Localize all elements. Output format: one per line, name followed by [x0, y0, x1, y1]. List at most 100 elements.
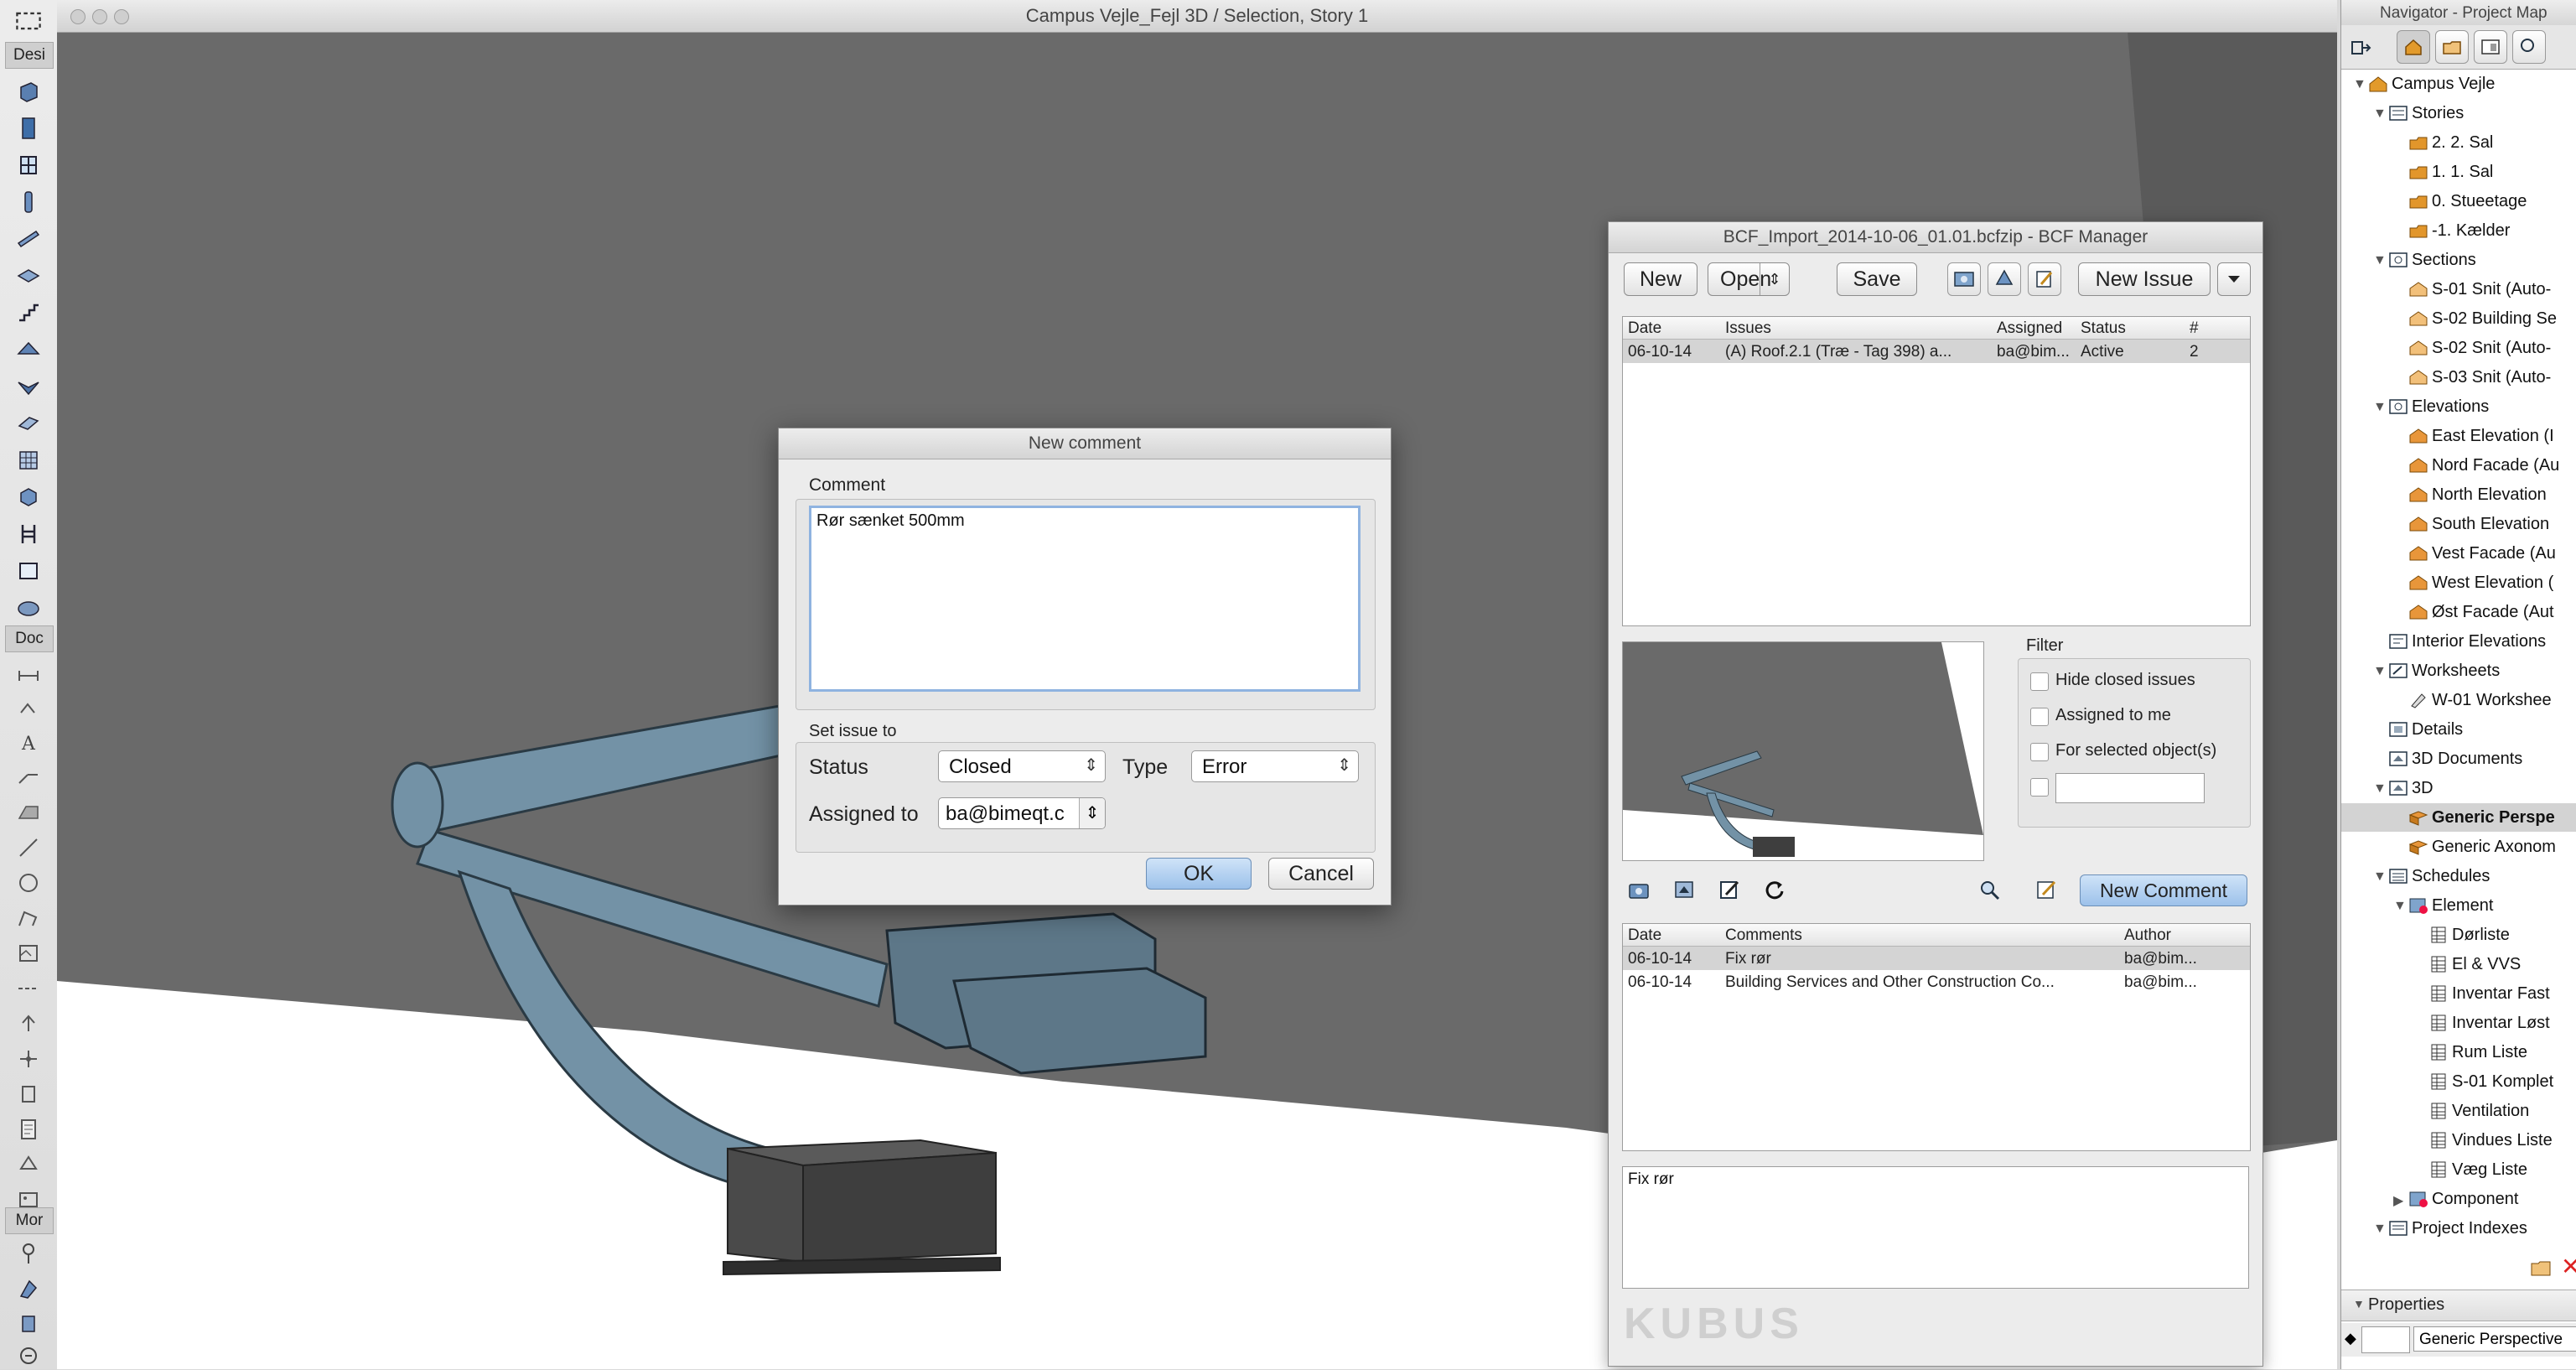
text-filter-checkbox[interactable]: [2030, 778, 2049, 797]
dimension-tool-icon[interactable]: [12, 657, 45, 686]
drawing-tool-icon[interactable]: [12, 939, 45, 968]
slab-tool-icon[interactable]: [12, 262, 45, 290]
tree-item-elevation[interactable]: North Elevation: [2408, 481, 2547, 508]
assigned-to-me-checkbox[interactable]: [2030, 708, 2049, 726]
skylight-tool-icon[interactable]: [12, 409, 45, 438]
tree-item-elevation[interactable]: West Elevation (: [2408, 569, 2553, 596]
change-marker-icon[interactable]: [12, 1150, 45, 1179]
tree-item-elevation[interactable]: East Elevation (I: [2408, 423, 2554, 449]
text-filter-input[interactable]: [2055, 773, 2205, 803]
marquee-tool-icon[interactable]: [12, 7, 45, 35]
lamp-tool-icon[interactable]: [12, 1310, 45, 1338]
col-comments[interactable]: Comments: [1725, 926, 1802, 945]
more-menu-icon[interactable]: [2217, 262, 2251, 296]
tree-item-elevation[interactable]: Vest Facade (Au: [2408, 540, 2556, 567]
zone-tool-icon[interactable]: [12, 557, 45, 585]
properties-name-field[interactable]: Generic Perspective: [2413, 1326, 2576, 1352]
type-select[interactable]: Error ⇕: [1191, 750, 1359, 782]
col-date[interactable]: Date: [1628, 319, 1661, 338]
cancel-button[interactable]: Cancel: [1268, 858, 1374, 890]
tree-item-3d[interactable]: 3D: [2388, 775, 2433, 802]
col-count[interactable]: #: [2190, 319, 2199, 338]
document-group-label[interactable]: Doc: [5, 625, 54, 652]
tree-item-elevations[interactable]: Elevations: [2388, 393, 2489, 420]
elevation-marker-icon[interactable]: [12, 1009, 45, 1038]
expand-triangle-icon[interactable]: ▼: [2373, 664, 2387, 679]
col-author[interactable]: Author: [2124, 926, 2171, 945]
column-tool-icon[interactable]: [12, 188, 45, 216]
properties-id-field[interactable]: [2361, 1326, 2410, 1353]
shell-tool-icon[interactable]: [12, 372, 45, 401]
morph-tool-icon[interactable]: [12, 483, 45, 511]
tree-item-generic-perspective[interactable]: Generic Perspe: [2408, 804, 2555, 831]
tree-item-section[interactable]: S-01 Snit (Auto-: [2408, 276, 2551, 303]
tree-item-element[interactable]: Element: [2408, 892, 2493, 919]
expand-triangle-icon[interactable]: ▼: [2373, 781, 2387, 797]
tree-item-story[interactable]: 2. 2. Sal: [2408, 129, 2493, 156]
expand-triangle-icon[interactable]: ▼: [2353, 77, 2366, 92]
camera-icon[interactable]: [1622, 873, 1656, 906]
collapse-triangle-icon[interactable]: ▶: [2393, 1192, 2403, 1209]
viewpoint-icon[interactable]: [1667, 873, 1701, 906]
tree-item-schedule[interactable]: Ventilation: [2428, 1098, 2529, 1124]
tree-item-project[interactable]: Campus Vejle: [2368, 70, 2495, 97]
tree-item-generic-axonometry[interactable]: Generic Axonom: [2408, 833, 2556, 860]
new-comment-button[interactable]: New Comment: [2080, 874, 2247, 906]
table-row[interactable]: 06-10-14 Building Services and Other Con…: [1623, 970, 2250, 994]
tree-item-component[interactable]: Component: [2408, 1186, 2518, 1212]
hide-closed-checkbox[interactable]: [2030, 672, 2049, 691]
layout-book-icon[interactable]: [2474, 30, 2507, 64]
more-group-label[interactable]: Mor: [5, 1207, 54, 1234]
detail-tool-icon[interactable]: [12, 1080, 45, 1108]
tree-item-schedule[interactable]: Inventar Løst: [2428, 1009, 2550, 1036]
selection-icon[interactable]: [1988, 262, 2021, 296]
comment-textarea[interactable]: Rør sænket 500mm: [809, 506, 1361, 692]
object-tool-icon[interactable]: [12, 520, 45, 548]
level-dimension-tool-icon[interactable]: [12, 693, 45, 721]
issue-snapshot[interactable]: [1622, 641, 1984, 861]
tree-item-stories[interactable]: Stories: [2388, 100, 2464, 127]
col-status[interactable]: Status: [2081, 319, 2126, 338]
tree-item-elevation[interactable]: Nord Facade (Au: [2408, 452, 2559, 479]
design-group-label[interactable]: Desi: [5, 42, 54, 69]
window-tool-icon[interactable]: [12, 151, 45, 179]
expand-triangle-icon[interactable]: ▼: [2373, 869, 2387, 885]
table-row[interactable]: 06-10-14 Fix rør ba@bim...: [1623, 947, 2250, 970]
tree-item-story[interactable]: -1. Kælder: [2408, 217, 2510, 244]
beam-tool-icon[interactable]: [12, 225, 45, 253]
comment-detail-textarea[interactable]: Fix rør: [1622, 1166, 2249, 1289]
polyline-tool-icon[interactable]: [12, 904, 45, 932]
tree-item-schedule[interactable]: Inventar Fast: [2428, 980, 2550, 1007]
edit-note-icon[interactable]: [2029, 873, 2063, 906]
delete-icon[interactable]: ✕: [2561, 1253, 2576, 1280]
mesh-tool-icon[interactable]: [12, 594, 45, 622]
expand-triangle-icon[interactable]: ▼: [2373, 106, 2387, 122]
col-assigned[interactable]: Assigned: [1997, 319, 2062, 338]
label-tool-icon[interactable]: [12, 763, 45, 791]
tree-item-section[interactable]: S-02 Snit (Auto-: [2408, 335, 2551, 361]
tree-item-section[interactable]: S-03 Snit (Auto-: [2408, 364, 2551, 391]
tree-item-schedule[interactable]: Vindues Liste: [2428, 1127, 2553, 1154]
tree-item-schedule[interactable]: S-01 Komplet: [2428, 1068, 2553, 1095]
tree-item-sections[interactable]: Sections: [2388, 246, 2476, 273]
zoom-icon[interactable]: [1972, 873, 2006, 906]
tree-item-story[interactable]: 0. Stueetage: [2408, 188, 2527, 215]
ok-button[interactable]: OK: [1146, 858, 1252, 890]
edit-comment-icon[interactable]: [1713, 873, 1746, 906]
navigator-popup-icon[interactable]: [2345, 30, 2378, 64]
assigned-combobox[interactable]: ba@bimeqt.c ⇕: [938, 797, 1106, 829]
tree-item-interior-elevations[interactable]: Interior Elevations: [2388, 628, 2546, 655]
stair-tool-icon[interactable]: [12, 298, 45, 327]
tree-item-details[interactable]: Details: [2388, 716, 2463, 743]
selected-objects-checkbox[interactable]: [2030, 743, 2049, 761]
circle-tool-icon[interactable]: [12, 869, 45, 897]
col-comment-date[interactable]: Date: [1628, 926, 1661, 945]
grid-tool-icon[interactable]: [12, 1239, 45, 1268]
status-select[interactable]: Closed ⇕: [938, 750, 1106, 782]
expand-triangle-icon[interactable]: ▼: [2373, 400, 2387, 415]
text-tool-icon[interactable]: A: [12, 728, 45, 756]
view-map-icon[interactable]: [2435, 30, 2469, 64]
door-tool-icon[interactable]: [12, 114, 45, 143]
line-tool-icon[interactable]: [12, 833, 45, 862]
properties-header[interactable]: ▼ Properties: [2341, 1290, 2576, 1321]
